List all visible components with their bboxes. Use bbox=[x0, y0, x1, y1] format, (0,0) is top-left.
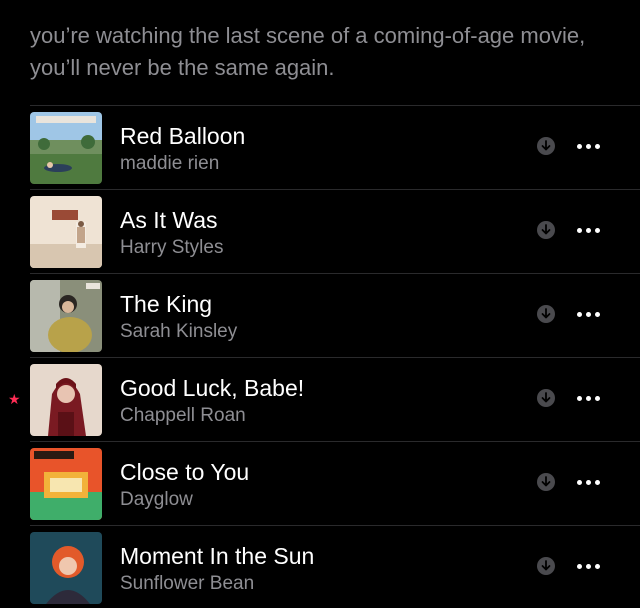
album-artwork bbox=[30, 280, 102, 352]
track-artist: Dayglow bbox=[120, 489, 193, 510]
track-title: The King bbox=[120, 291, 213, 317]
ellipsis-icon bbox=[595, 228, 600, 233]
ellipsis-icon bbox=[586, 144, 591, 149]
ellipsis-icon bbox=[577, 396, 582, 401]
track-row[interactable]: ★ Good Luck, Babe! Chappell Roan bbox=[0, 357, 640, 441]
playlist-description: you’re watching the last scene of a comi… bbox=[30, 23, 586, 80]
more-options-button[interactable] bbox=[574, 303, 604, 325]
track-row[interactable]: Red Balloon maddie rien bbox=[0, 105, 640, 189]
star-icon: ★ bbox=[8, 391, 21, 407]
row-divider bbox=[30, 273, 640, 274]
ellipsis-icon bbox=[577, 144, 582, 149]
track-list: Red Balloon maddie rien As It Was Harry … bbox=[0, 105, 640, 608]
download-button[interactable] bbox=[537, 137, 555, 155]
download-arrow-icon bbox=[541, 224, 551, 235]
album-artwork bbox=[30, 364, 102, 436]
row-divider bbox=[30, 189, 640, 190]
ellipsis-icon bbox=[577, 312, 582, 317]
ellipsis-icon bbox=[586, 480, 591, 485]
track-row[interactable]: Close to You Dayglow bbox=[0, 441, 640, 525]
download-arrow-icon bbox=[541, 560, 551, 571]
more-options-button[interactable] bbox=[574, 387, 604, 409]
track-title: As It Was bbox=[120, 207, 218, 233]
track-artist: Sarah Kinsley bbox=[120, 321, 238, 342]
download-arrow-icon bbox=[541, 476, 551, 487]
album-artwork bbox=[30, 532, 102, 604]
row-divider bbox=[30, 525, 640, 526]
row-divider bbox=[30, 441, 640, 442]
album-artwork bbox=[30, 448, 102, 520]
more-options-button[interactable] bbox=[574, 219, 604, 241]
more-options-button[interactable] bbox=[574, 135, 604, 157]
ellipsis-icon bbox=[586, 396, 591, 401]
ellipsis-icon bbox=[577, 480, 582, 485]
row-divider bbox=[30, 105, 640, 106]
ellipsis-icon bbox=[595, 396, 600, 401]
ellipsis-icon bbox=[595, 312, 600, 317]
download-button[interactable] bbox=[537, 557, 555, 575]
download-button[interactable] bbox=[537, 473, 555, 491]
row-divider bbox=[30, 357, 640, 358]
track-title: Red Balloon bbox=[120, 123, 246, 149]
ellipsis-icon bbox=[577, 228, 582, 233]
download-arrow-icon bbox=[541, 308, 551, 319]
track-artist: maddie rien bbox=[120, 153, 220, 174]
more-options-button[interactable] bbox=[574, 555, 604, 577]
ellipsis-icon bbox=[577, 564, 582, 569]
track-row[interactable]: Moment In the Sun Sunflower Bean bbox=[0, 525, 640, 608]
download-button[interactable] bbox=[537, 389, 555, 407]
track-title: Moment In the Sun bbox=[120, 543, 315, 569]
download-arrow-icon bbox=[541, 392, 551, 403]
download-button[interactable] bbox=[537, 221, 555, 239]
track-title: Close to You bbox=[120, 459, 250, 485]
download-arrow-icon bbox=[541, 140, 551, 151]
track-row[interactable]: The King Sarah Kinsley bbox=[0, 273, 640, 357]
playlist-screen: you’re watching the last scene of a comi… bbox=[0, 0, 640, 608]
download-button[interactable] bbox=[537, 305, 555, 323]
ellipsis-icon bbox=[595, 480, 600, 485]
track-artist: Harry Styles bbox=[120, 237, 224, 258]
ellipsis-icon bbox=[586, 228, 591, 233]
track-title: Good Luck, Babe! bbox=[120, 375, 305, 401]
album-artwork bbox=[30, 196, 102, 268]
ellipsis-icon bbox=[586, 564, 591, 569]
ellipsis-icon bbox=[586, 312, 591, 317]
track-row[interactable]: As It Was Harry Styles bbox=[0, 189, 640, 273]
track-artist: Sunflower Bean bbox=[120, 573, 255, 594]
ellipsis-icon bbox=[595, 144, 600, 149]
ellipsis-icon bbox=[595, 564, 600, 569]
track-artist: Chappell Roan bbox=[120, 405, 246, 426]
more-options-button[interactable] bbox=[574, 471, 604, 493]
album-artwork bbox=[30, 112, 102, 184]
